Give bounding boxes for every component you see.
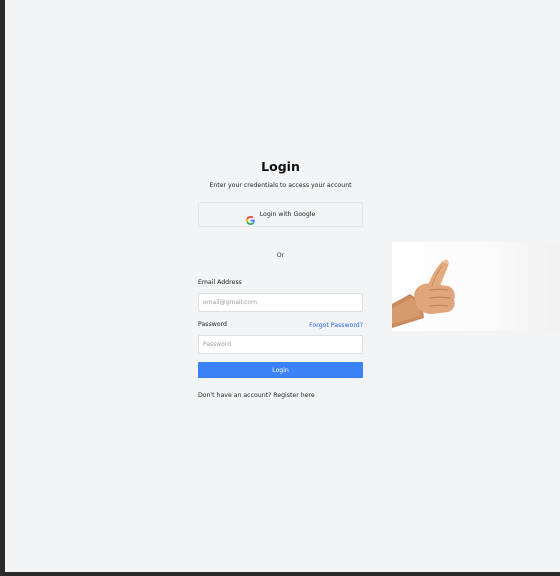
login-card: Login Enter your credentials to access y… xyxy=(198,150,363,399)
password-input[interactable] xyxy=(198,335,363,354)
email-label: Email Address xyxy=(198,279,242,286)
thumbs-up-image xyxy=(392,242,560,331)
google-login-button[interactable]: Login with Google xyxy=(198,202,363,227)
google-icon xyxy=(245,210,255,225)
register-link[interactable]: Don't have an account? Register here xyxy=(198,392,363,399)
or-divider: Or xyxy=(276,252,285,259)
forgot-password-link[interactable]: Forgot Password? xyxy=(309,322,363,329)
password-label-row: Password Forgot Password? xyxy=(198,320,363,330)
password-label: Password xyxy=(198,321,227,328)
page-title: Login xyxy=(261,159,300,174)
google-login-label: Login with Google xyxy=(259,211,316,218)
thumbs-up-icon xyxy=(392,259,455,328)
login-button[interactable]: Login xyxy=(198,362,363,378)
page-viewport: Login Enter your credentials to access y… xyxy=(5,0,560,572)
email-input[interactable] xyxy=(198,293,363,312)
login-subtitle: Enter your credentials to access your ac… xyxy=(209,182,352,189)
